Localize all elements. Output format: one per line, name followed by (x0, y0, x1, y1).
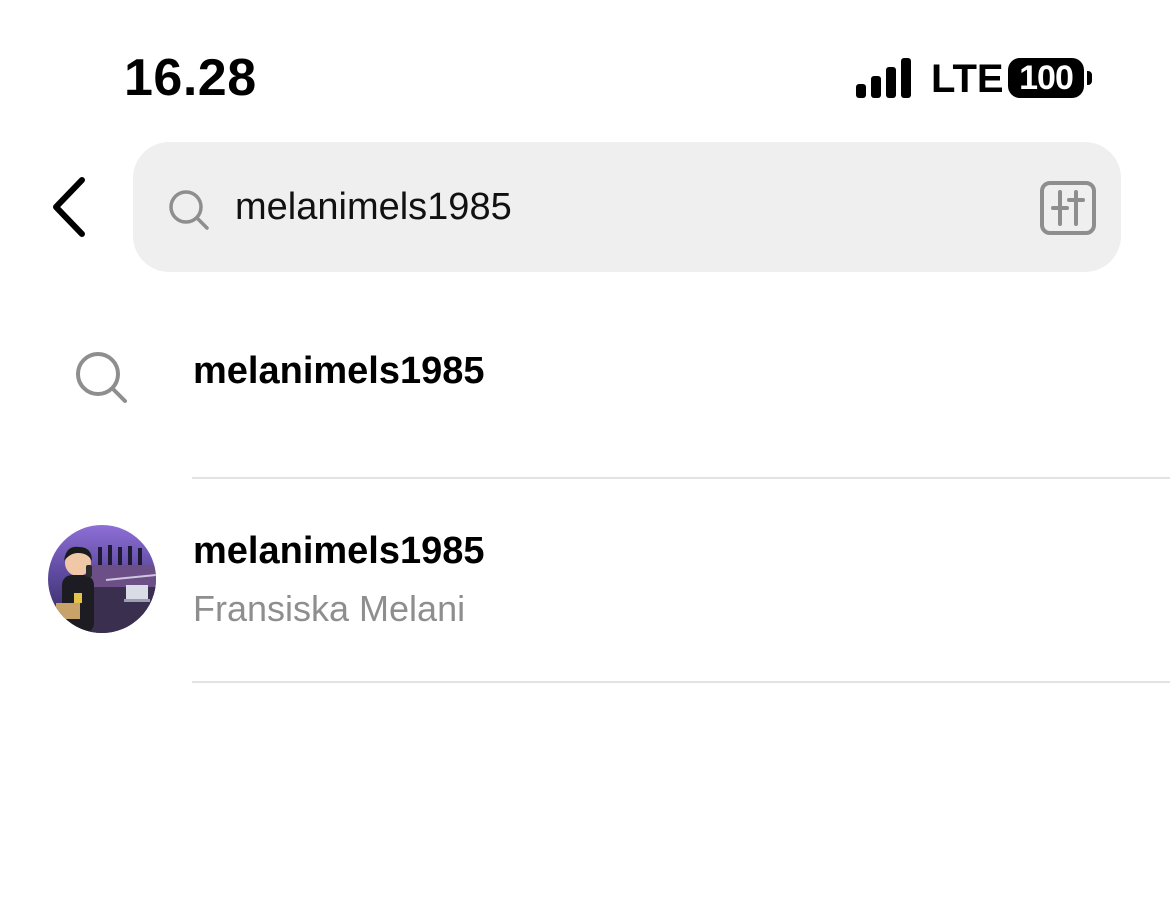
avatar-image (48, 525, 156, 633)
search-icon (169, 190, 209, 230)
avatar[interactable] (48, 525, 156, 633)
filter-icon[interactable] (1039, 180, 1097, 236)
battery-level: 100 (1008, 58, 1084, 98)
search-icon (76, 352, 127, 403)
status-time: 16.28 (124, 49, 257, 107)
cellular-signal-icon (856, 58, 911, 98)
search-input[interactable] (235, 184, 1015, 230)
user-username: melanimels1985 (193, 530, 485, 572)
suggestion-label: melanimels1985 (193, 350, 485, 392)
search-screen: 16.28 LTE 100 melanimels1985 melanimels1… (0, 0, 1170, 900)
network-type: LTE (931, 57, 1004, 101)
search-bar[interactable] (133, 142, 1121, 272)
divider (192, 681, 1170, 683)
user-full-name: Fransiska Melani (193, 588, 466, 629)
battery-icon: 100 (1008, 58, 1094, 98)
user-result-item[interactable]: melanimels1985 Fransiska Melani (0, 478, 1170, 682)
search-suggestion-item[interactable]: melanimels1985 (0, 300, 1170, 478)
battery-tip (1087, 71, 1092, 85)
chevron-left-icon[interactable] (40, 172, 100, 242)
